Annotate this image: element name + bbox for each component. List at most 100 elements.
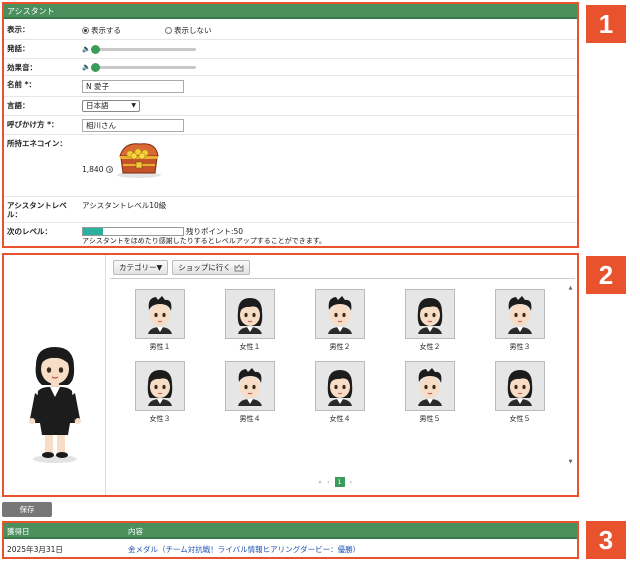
scroll-up-icon[interactable]: ▲ [567,285,574,291]
avatar-face-icon [328,296,352,334]
avatar-tile[interactable]: 女性５ [494,361,546,424]
avatar-tile[interactable]: 男性５ [404,361,456,424]
history-table: 獲得日 内容 2025年3月31日 金メダル（チーム対抗戦！ライバル情報ヒアリン… [2,521,579,559]
avatar-tile[interactable]: 女性２ [404,289,456,352]
level-value: アシスタントレベル10級 [82,201,167,210]
avatar-selection-panel: カテゴリー▼ ショップに行く 男性１ 女性１ 男性２ 女性２ 男性３ 女性３ 男性４ 女性４ 男… [2,253,579,497]
avatar-thumb[interactable] [135,361,185,411]
callout-1: 1 [586,5,626,43]
avatar-label: 女性３ [149,415,171,423]
scroll-down-icon[interactable]: ▼ [567,459,574,465]
avatar-face-icon [237,298,263,334]
avatar-thumb[interactable] [315,289,365,339]
avatar-face-icon [238,368,262,406]
avatar-face-icon [417,298,443,334]
pager-current[interactable]: 1 [334,477,345,487]
coins-row: 所持エネコイン： 1,840 e [4,135,577,197]
level-row: アシスタントレベル： アシスタントレベル10級 [4,197,577,223]
pager-next[interactable]: › [350,478,353,486]
avatar-face-icon [507,370,533,406]
row-date: 2025年3月31日 [7,545,63,554]
callname-input[interactable]: 相川さん [82,118,184,132]
voice-slider[interactable] [91,44,196,54]
avatar-label: 男性１ [149,343,171,351]
voice-slider-knob[interactable] [91,44,100,54]
avatar-tile[interactable]: 女性１ [224,289,276,352]
avatar-thumb[interactable] [495,289,545,339]
level-label: アシスタントレベル： [7,201,67,219]
avatar-tile[interactable]: 男性３ [494,289,546,352]
pager-first[interactable]: « [318,478,322,486]
treasure-chest-icon [117,143,161,178]
avatar-face-icon [147,370,173,406]
shop-button[interactable]: ショップに行く [172,260,250,275]
avatar-tile[interactable]: 女性３ [134,361,186,424]
display-row: 表示： 表示する 表示しない [4,21,577,40]
category-button[interactable]: カテゴリー▼ [113,260,169,275]
avatar-thumb[interactable] [135,289,185,339]
language-row: 言語： 日本語 ▼ [4,97,577,116]
col-date: 獲得日 [7,527,30,536]
name-row: 名前 *： N 愛子 [4,76,577,97]
voice-row: 発話： 🔈 [4,40,577,59]
next-level-row: 次のレベル： 残りポイント:50 アシスタントをほめたり感謝したりするとレベルア… [4,223,577,246]
avatar-label: 男性３ [509,343,531,351]
avatar-tile[interactable]: 男性２ [314,289,366,352]
display-on-radio[interactable] [82,26,89,34]
crown-icon [234,263,244,271]
display-off-radio[interactable] [165,26,172,34]
avatar-thumb[interactable] [495,361,545,411]
assistant-settings-panel: アシスタント 表示： 表示する 表示しない 発話： 🔈 効果音： 🔈 名前 *：… [2,2,579,248]
col-content: 内容 [128,527,143,536]
display-label: 表示： [7,25,30,34]
history-header-row: 獲得日 内容 [4,523,577,539]
voice-label: 発話： [7,44,30,53]
sfx-slider-knob[interactable] [91,62,100,72]
sfx-label: 効果音： [7,63,37,72]
avatar-thumb[interactable] [225,289,275,339]
avatar-tile[interactable]: 女性４ [314,361,366,424]
avatar-pager: « ‹ 1 › [318,477,352,487]
coin-count: 1,840 [82,165,104,174]
row-content-link[interactable]: 金メダル（チーム対抗戦！ライバル情報ヒアリングダービー：優勝） [128,544,360,555]
avatar-thumb[interactable] [405,289,455,339]
avatar-grid-pane: カテゴリー▼ ショップに行く 男性１ 女性１ 男性２ 女性２ 男性３ 女性３ 男性４ 女性４ 男… [108,255,577,495]
name-input[interactable]: N 愛子 [82,79,184,93]
display-off-label: 表示しない [174,25,212,35]
avatar-face-icon [148,296,172,334]
avatar-tile[interactable]: 男性１ [134,289,186,352]
callname-row: 呼びかけ方 *： 相川さん [4,116,577,135]
avatar-grid: 男性１ 女性１ 男性２ 女性２ 男性３ 女性３ 男性４ 女性４ 男性５ 女性５ [114,283,563,433]
assistant-header: アシスタント [4,4,577,19]
level-progress-fill [83,228,103,235]
save-button[interactable]: 保存 [2,502,52,517]
avatar-preview [4,255,106,495]
next-level-label: 次のレベル： [7,227,52,236]
avatar-toolbar: カテゴリー▼ ショップに行く [110,257,575,279]
avatar-label: 男性２ [329,343,351,351]
avatar-grid-scrollbar[interactable]: ▲ ▼ [567,285,574,465]
avatar-thumb[interactable] [225,361,275,411]
language-select[interactable]: 日本語 ▼ [82,100,140,112]
callout-2: 2 [586,256,626,294]
avatar-face-icon [327,370,353,406]
avatar-thumb[interactable] [405,361,455,411]
avatar-label: 女性１ [239,343,261,351]
sfx-row: 効果音： 🔈 [4,59,577,76]
shop-button-label: ショップに行く [178,263,231,272]
avatar-thumb[interactable] [315,361,365,411]
avatar-label: 女性２ [419,343,441,351]
sfx-slider[interactable] [91,62,196,72]
language-label: 言語： [7,101,30,110]
table-row: 2025年3月31日 金メダル（チーム対抗戦！ライバル情報ヒアリングダービー：優… [4,541,577,557]
avatar-label: 女性４ [329,415,351,423]
avatar-face-icon [508,296,532,334]
avatar-face-icon [418,368,442,406]
callname-label: 呼びかけ方 *： [7,120,59,129]
avatar-tile[interactable]: 男性４ [224,361,276,424]
avatar-label: 女性５ [509,415,531,423]
assistant-avatar-icon [29,347,81,463]
pager-prev[interactable]: ‹ [327,478,330,486]
chevron-down-icon: ▼ [131,102,136,109]
display-on-label: 表示する [91,25,121,35]
